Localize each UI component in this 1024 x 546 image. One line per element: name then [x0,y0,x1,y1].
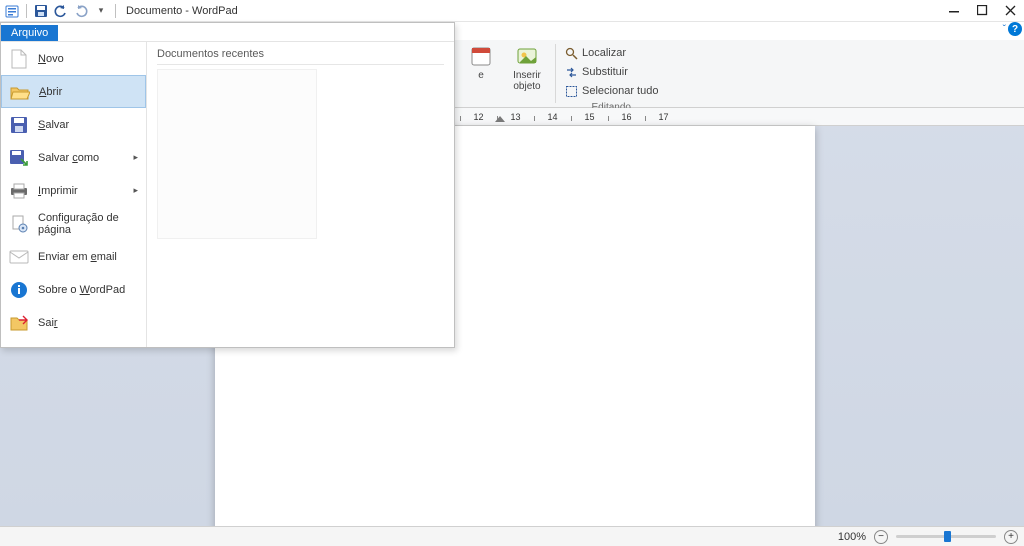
zoom-out-button[interactable]: − [874,530,888,544]
search-icon [564,46,578,60]
save-icon[interactable] [33,3,49,19]
file-menu-save[interactable]: Salvar [1,108,146,141]
file-menu-sendemail[interactable]: Enviar em email [1,240,146,273]
recent-docs-heading: Documentos recentes [157,48,444,65]
recent-docs-list [157,69,317,239]
insert-datetime-button[interactable]: e [461,44,501,81]
file-menu: Arquivo Novo Abrir Salvar Salvar como [0,22,455,348]
submenu-arrow-icon: ▸ [133,152,138,163]
status-bar: 100% − + [0,526,1024,546]
window-title: Documento - WordPad [126,5,238,17]
print-icon [9,181,29,201]
app-icon [4,3,20,19]
file-menu-list: Novo Abrir Salvar Salvar como ▸ Im [1,42,147,347]
minimize-button[interactable] [940,0,968,22]
maximize-button[interactable] [968,0,996,22]
undo-icon[interactable] [53,3,69,19]
ribbon-group-insert: e Inserir objeto [455,40,553,107]
pagesetup-icon [9,214,29,234]
exit-icon [9,313,29,333]
file-tab[interactable]: Arquivo [1,25,58,42]
select-all-button[interactable]: Selecionar tudo [564,82,658,100]
file-menu-new[interactable]: Novo [1,42,146,75]
file-menu-print[interactable]: Imprimir ▸ [1,174,146,207]
redo-icon[interactable] [73,3,89,19]
replace-button[interactable]: Substituir [564,63,658,81]
saveas-icon [9,148,29,168]
email-icon [9,247,29,267]
close-button[interactable] [996,0,1024,22]
help-icon[interactable]: ? [1008,22,1022,36]
ribbon-collapse-icon[interactable]: ˇ [1003,24,1006,35]
new-icon [9,49,29,69]
replace-icon [564,65,578,79]
file-menu-saveas[interactable]: Salvar como ▸ [1,141,146,174]
zoom-percent: 100% [838,531,866,543]
info-icon [9,280,29,300]
file-menu-exit[interactable]: Sair [1,306,146,339]
indent-marker[interactable] [495,116,505,122]
qat-dropdown-icon[interactable]: ▾ [93,3,109,19]
find-button[interactable]: Localizar [564,44,658,62]
file-menu-pagesetup[interactable]: Configuração de página [1,207,146,240]
open-icon [10,82,30,102]
save-file-icon [9,115,29,135]
file-menu-open[interactable]: Abrir [1,75,146,108]
insert-object-button[interactable]: Inserir objeto [507,44,547,92]
file-menu-about[interactable]: Sobre o WordPad [1,273,146,306]
zoom-slider[interactable] [896,535,996,538]
submenu-arrow-icon: ▸ [133,185,138,196]
select-all-icon [564,84,578,98]
ribbon-group-editing: Localizar Substituir Selecionar tudo Edi… [558,40,664,107]
zoom-in-button[interactable]: + [1004,530,1018,544]
